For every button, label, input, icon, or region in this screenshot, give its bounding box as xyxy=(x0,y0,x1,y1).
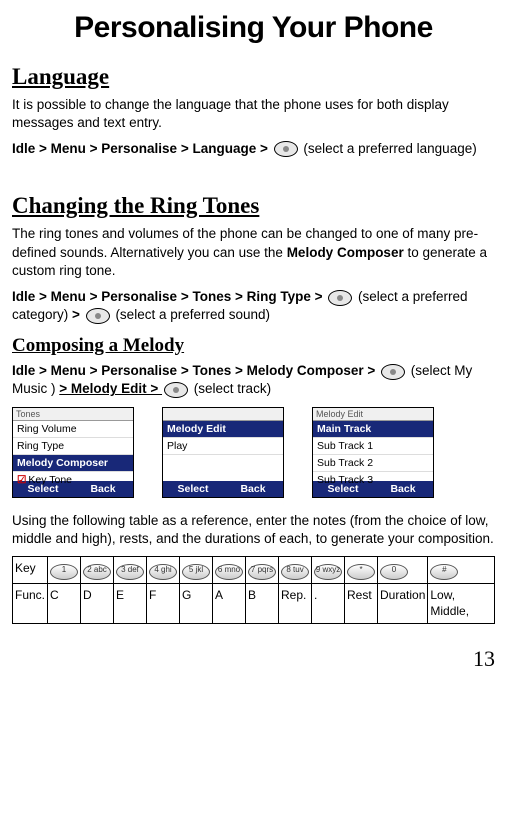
language-intro: It is possible to change the language th… xyxy=(12,96,495,132)
cell-key: 2 abc xyxy=(81,557,114,584)
cell-key: 7 pqrs xyxy=(246,557,279,584)
composing-path: Idle > Menu > Personalise > Tones > Melo… xyxy=(12,362,495,398)
screen-tones: Tones Ring Volume Ring Type Melody Compo… xyxy=(12,407,134,498)
keypad-4-icon: 4 ghi xyxy=(149,564,177,580)
cell-key: 5 jkl xyxy=(180,557,213,584)
page-title: Personalising Your Phone xyxy=(12,8,495,49)
cell-key: 1 xyxy=(48,557,81,584)
cell-func: C xyxy=(48,584,81,623)
screenshots-row: Tones Ring Volume Ring Type Melody Compo… xyxy=(12,407,495,498)
screen-footer: Select Back xyxy=(163,481,283,497)
cell-key: 0 xyxy=(378,557,428,584)
cell-key: 8 tuv xyxy=(279,557,312,584)
ringtones-heading: Changing the Ring Tones xyxy=(12,190,495,221)
cell-key: 4 ghi xyxy=(147,557,180,584)
page-number: 13 xyxy=(12,644,495,674)
screen-melody-edit-2: Melody Edit Main Track Sub Track 1 Sub T… xyxy=(312,407,434,498)
key-function-table: Key 1 2 abc 3 def 4 ghi 5 jkl 6 mno 7 pq… xyxy=(12,556,495,623)
language-path-suffix: (select a preferred language) xyxy=(303,141,476,156)
ringtones-path-suffix: (select a preferred sound) xyxy=(115,307,270,322)
table-row-funcs: Func. C D E F G A B Rep. . Rest Duration… xyxy=(13,584,495,623)
cell-key: 3 def xyxy=(114,557,147,584)
cell-func: Duration xyxy=(378,584,428,623)
keypad-star-icon: * xyxy=(347,564,375,580)
screen-row-selected: Melody Composer xyxy=(13,455,133,472)
screen-row: Sub Track 2 xyxy=(313,455,433,472)
table-row-keys: Key 1 2 abc 3 def 4 ghi 5 jkl 6 mno 7 pq… xyxy=(13,557,495,584)
keypad-9-icon: 9 wxyz xyxy=(314,564,342,580)
ringtones-path-mid2: > xyxy=(72,307,84,322)
cell-func: E xyxy=(114,584,147,623)
composing-path-suffix: (select track) xyxy=(194,381,271,396)
cell-func: Rest xyxy=(345,584,378,623)
screen-header xyxy=(163,408,283,421)
nav-center-icon xyxy=(274,141,298,157)
keypad-8-icon: 8 tuv xyxy=(281,564,309,580)
composing-heading: Composing a Melody xyxy=(12,333,495,359)
screen-row-selected: Main Track xyxy=(313,421,433,438)
keypad-0-icon: 0 xyxy=(380,564,408,580)
screen-melody-edit-1: Melody Edit Play Select Back xyxy=(162,407,284,498)
composing-table-intro: Using the following table as a reference… xyxy=(12,512,495,548)
language-path: Idle > Menu > Personalise > Language > (… xyxy=(12,140,495,158)
cell-key: 9 wxyz xyxy=(312,557,345,584)
screen-row: Play xyxy=(163,438,283,455)
keypad-1-icon: 1 xyxy=(50,564,78,580)
screen-footer: Select Back xyxy=(13,481,133,497)
cell-func: Low, Middle, xyxy=(428,584,495,623)
softkey-back: Back xyxy=(223,481,283,497)
nav-center-icon xyxy=(164,382,188,398)
nav-center-icon xyxy=(328,290,352,306)
screen-row: Sub Track 1 xyxy=(313,438,433,455)
softkey-select: Select xyxy=(163,481,223,497)
cell-func: F xyxy=(147,584,180,623)
screen-row-selected: Melody Edit xyxy=(163,421,283,438)
keypad-3-icon: 3 def xyxy=(116,564,144,580)
cell-key: # xyxy=(428,557,495,584)
language-path-prefix: Idle > Menu > Personalise > Language > xyxy=(12,141,272,156)
ringtones-intro: The ring tones and volumes of the phone … xyxy=(12,225,495,280)
softkey-select: Select xyxy=(13,481,73,497)
nav-center-icon xyxy=(86,308,110,324)
ringtones-intro-bold: Melody Composer xyxy=(287,245,404,260)
ringtones-path: Idle > Menu > Personalise > Tones > Ring… xyxy=(12,288,495,324)
keypad-5-icon: 5 jkl xyxy=(182,564,210,580)
screen-header: Tones xyxy=(13,408,133,421)
language-heading: Language xyxy=(12,61,495,92)
nav-center-icon xyxy=(381,364,405,380)
screen-header: Melody Edit xyxy=(313,408,433,421)
composing-path-bold2: > Melody Edit > xyxy=(59,381,162,396)
cell-func: . xyxy=(312,584,345,623)
screen-footer: Select Back xyxy=(313,481,433,497)
cell-key-label: Key xyxy=(13,557,48,584)
cell-func: A xyxy=(213,584,246,623)
keypad-2-icon: 2 abc xyxy=(83,564,111,580)
screen-row: Ring Type xyxy=(13,438,133,455)
softkey-back: Back xyxy=(73,481,133,497)
keypad-6-icon: 6 mno xyxy=(215,564,243,580)
ringtones-path-prefix: Idle > Menu > Personalise > Tones > Ring… xyxy=(12,289,326,304)
cell-func: D xyxy=(81,584,114,623)
cell-func: Rep. xyxy=(279,584,312,623)
screen-row: Ring Volume xyxy=(13,421,133,438)
cell-func-label: Func. xyxy=(13,584,48,623)
keypad-7-icon: 7 pqrs xyxy=(248,564,276,580)
softkey-back: Back xyxy=(373,481,433,497)
softkey-select: Select xyxy=(313,481,373,497)
cell-key: * xyxy=(345,557,378,584)
cell-func: G xyxy=(180,584,213,623)
keypad-hash-icon: # xyxy=(430,564,458,580)
cell-key: 6 mno xyxy=(213,557,246,584)
composing-path-prefix: Idle > Menu > Personalise > Tones > Melo… xyxy=(12,363,379,378)
cell-func: B xyxy=(246,584,279,623)
